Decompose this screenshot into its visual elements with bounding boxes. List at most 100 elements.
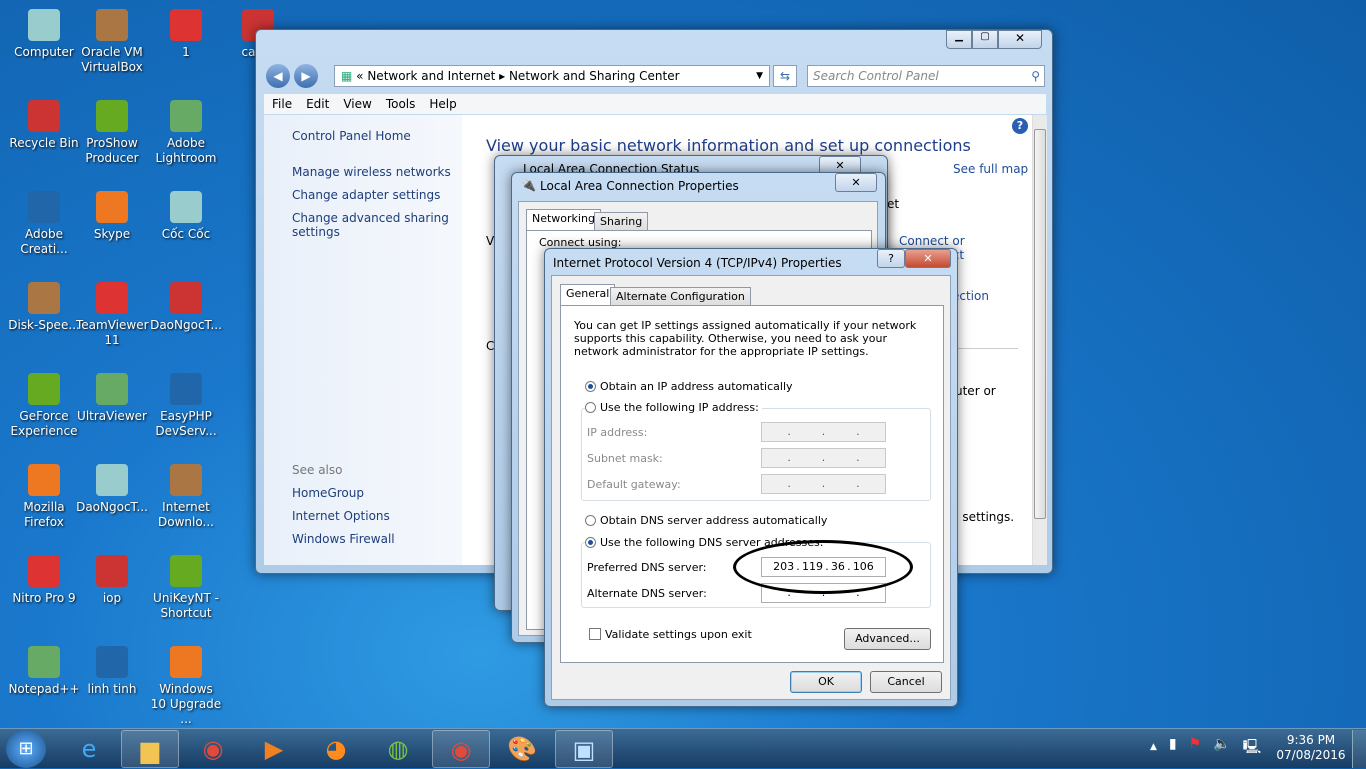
desktop-icon[interactable]: 1 bbox=[150, 6, 222, 60]
desktop-icon[interactable]: DaoNgocT... bbox=[76, 461, 148, 515]
taskbar-paint-icon[interactable]: 🎨 bbox=[493, 730, 551, 768]
divider bbox=[952, 348, 1018, 349]
tab-general[interactable]: General bbox=[560, 284, 616, 306]
desktop-icon[interactable]: Notepad++ bbox=[8, 643, 80, 697]
date: 07/08/2016 bbox=[1276, 748, 1346, 762]
close-button[interactable]: ✕ bbox=[905, 249, 951, 268]
app-icon bbox=[28, 373, 60, 405]
network-icon[interactable]: 🖳 bbox=[1243, 736, 1262, 760]
show-hidden-icons[interactable]: ▲ bbox=[1150, 736, 1157, 760]
taskbar-media-icon[interactable]: ▶ bbox=[245, 730, 303, 768]
desktop-icon[interactable]: DaoNgocT... bbox=[150, 279, 222, 333]
menu-edit[interactable]: Edit bbox=[306, 94, 329, 114]
scroll-thumb[interactable] bbox=[1034, 129, 1046, 519]
obtain-dns-radio[interactable]: Obtain DNS server address automatically bbox=[585, 514, 827, 527]
close-button[interactable]: ✕ bbox=[835, 173, 877, 192]
taskbar-control-panel-icon[interactable]: ▣ bbox=[555, 730, 613, 768]
close-button[interactable]: ✕ bbox=[998, 30, 1042, 49]
desktop-icon-label: GeForce Experience bbox=[10, 409, 78, 438]
desktop-icon[interactable]: Recycle Bin bbox=[8, 97, 80, 151]
desktop-icon-label: 1 bbox=[182, 45, 190, 59]
search-input[interactable]: Search Control Panel ⚲ bbox=[807, 65, 1045, 87]
desktop-icon-label: Disk-Spee... bbox=[8, 318, 80, 332]
breadcrumb-network-internet[interactable]: Network and Internet bbox=[367, 69, 495, 83]
taskbar-explorer-icon[interactable]: ▆ bbox=[121, 730, 179, 768]
app-icon bbox=[96, 646, 128, 678]
desktop-icon[interactable]: Skype bbox=[76, 188, 148, 242]
refresh-button[interactable]: ⇆ bbox=[773, 65, 797, 87]
ok-button[interactable]: OK bbox=[790, 671, 862, 693]
cancel-button[interactable]: Cancel bbox=[870, 671, 942, 693]
desktop-icon[interactable]: UltraViewer bbox=[76, 370, 148, 424]
app-icon bbox=[170, 282, 202, 314]
show-desktop-button[interactable] bbox=[1352, 730, 1366, 768]
desktop-icon[interactable]: Disk-Spee... bbox=[8, 279, 80, 333]
desktop-icon[interactable]: iop bbox=[76, 552, 148, 606]
desktop-icon[interactable]: Adobe Lightroom bbox=[150, 97, 222, 166]
control-panel-home-link[interactable]: Control Panel Home bbox=[292, 129, 411, 143]
desktop-icon[interactable]: Windows 10 Upgrade ... bbox=[150, 643, 222, 727]
menu-tools[interactable]: Tools bbox=[386, 94, 416, 114]
taskbar-chrome-icon[interactable]: ◉ bbox=[184, 730, 242, 768]
breadcrumb-network-sharing[interactable]: Network and Sharing Center bbox=[509, 69, 680, 83]
desktop-icon[interactable]: EasyPHP DevServ... bbox=[150, 370, 222, 439]
desktop-icon[interactable]: Computer bbox=[8, 6, 80, 60]
taskbar-chrome2-icon[interactable]: ◉ bbox=[432, 730, 490, 768]
obtain-ip-radio[interactable]: Obtain an IP address automatically bbox=[585, 380, 793, 393]
default-gateway-field[interactable]: ... bbox=[761, 474, 886, 494]
taskbar-ie-icon[interactable]: e bbox=[60, 730, 118, 768]
forward-button[interactable]: ▶ bbox=[294, 64, 318, 88]
ip-address-field[interactable]: ... bbox=[761, 422, 886, 442]
app-icon bbox=[96, 464, 128, 496]
desktop-icon[interactable]: Cốc Cốc bbox=[150, 188, 222, 242]
desktop-icon[interactable]: Internet Downlo... bbox=[150, 461, 222, 530]
address-bar[interactable]: ▦ « Network and Internet ▸ Network and S… bbox=[334, 65, 770, 87]
change-adapter-link[interactable]: Change adapter settings bbox=[292, 188, 440, 202]
page-title: View your basic network information and … bbox=[486, 136, 971, 155]
desktop-icon[interactable]: Adobe Creati... bbox=[8, 188, 80, 257]
desktop-icon-label: Recycle Bin bbox=[9, 136, 79, 150]
taskbar-coccoc-icon[interactable]: ◍ bbox=[369, 730, 427, 768]
see-full-map-link[interactable]: See full map bbox=[953, 162, 1028, 176]
advanced-button[interactable]: Advanced... bbox=[844, 628, 931, 650]
action-center-flag-icon[interactable]: ⚑ bbox=[1189, 736, 1202, 760]
desktop-icon-label: UltraViewer bbox=[77, 409, 147, 423]
scrollbar[interactable] bbox=[1032, 115, 1047, 565]
validate-checkbox[interactable]: Validate settings upon exit bbox=[589, 628, 752, 641]
menu-help[interactable]: Help bbox=[429, 94, 456, 114]
desktop-icon[interactable]: UniKeyNT - Shortcut bbox=[150, 552, 222, 621]
app-icon bbox=[28, 464, 60, 496]
minimize-button[interactable]: ▁ bbox=[946, 30, 972, 49]
subnet-mask-field[interactable]: ... bbox=[761, 448, 886, 468]
start-button[interactable]: ⊞ bbox=[6, 730, 46, 768]
tab-alternate-configuration[interactable]: Alternate Configuration bbox=[610, 287, 751, 307]
desktop-icon[interactable]: ProShow Producer bbox=[76, 97, 148, 166]
taskbar-firefox-icon[interactable]: ◕ bbox=[307, 730, 365, 768]
tab-networking[interactable]: Networking bbox=[526, 209, 601, 231]
desktop-icon[interactable]: TeamViewer 11 bbox=[76, 279, 149, 348]
back-button[interactable]: ◀ bbox=[266, 64, 290, 88]
chevron-down-icon[interactable]: ▼ bbox=[756, 66, 763, 86]
change-sharing-link[interactable]: Change advanced sharing settings bbox=[292, 211, 452, 239]
homegroup-link[interactable]: HomeGroup bbox=[292, 486, 364, 500]
menu-bar: File Edit View Tools Help bbox=[264, 94, 1046, 114]
use-ip-radio[interactable]: Use the following IP address: bbox=[585, 401, 762, 414]
desktop-icon[interactable]: Oracle VM VirtualBox bbox=[76, 6, 148, 75]
help-icon[interactable]: ? bbox=[1012, 118, 1028, 134]
menu-file[interactable]: File bbox=[272, 94, 292, 114]
power-icon[interactable]: ▮ bbox=[1169, 736, 1177, 760]
tab-sharing[interactable]: Sharing bbox=[594, 212, 649, 232]
help-button[interactable]: ? bbox=[877, 249, 905, 268]
desktop-icon[interactable]: Mozilla Firefox bbox=[8, 461, 80, 530]
windows-firewall-link[interactable]: Windows Firewall bbox=[292, 532, 395, 546]
manage-wireless-link[interactable]: Manage wireless networks bbox=[292, 165, 451, 179]
maximize-button[interactable]: ▢ bbox=[972, 30, 998, 49]
radio-icon bbox=[585, 402, 596, 413]
clock[interactable]: 9:36 PM 07/08/2016 bbox=[1276, 733, 1346, 763]
volume-icon[interactable]: 🔈 bbox=[1213, 736, 1230, 760]
desktop-icon[interactable]: Nitro Pro 9 bbox=[8, 552, 80, 606]
desktop-icon[interactable]: GeForce Experience bbox=[8, 370, 80, 439]
desktop-icon[interactable]: linh tinh bbox=[76, 643, 148, 697]
menu-view[interactable]: View bbox=[343, 94, 371, 114]
internet-options-link[interactable]: Internet Options bbox=[292, 509, 390, 523]
